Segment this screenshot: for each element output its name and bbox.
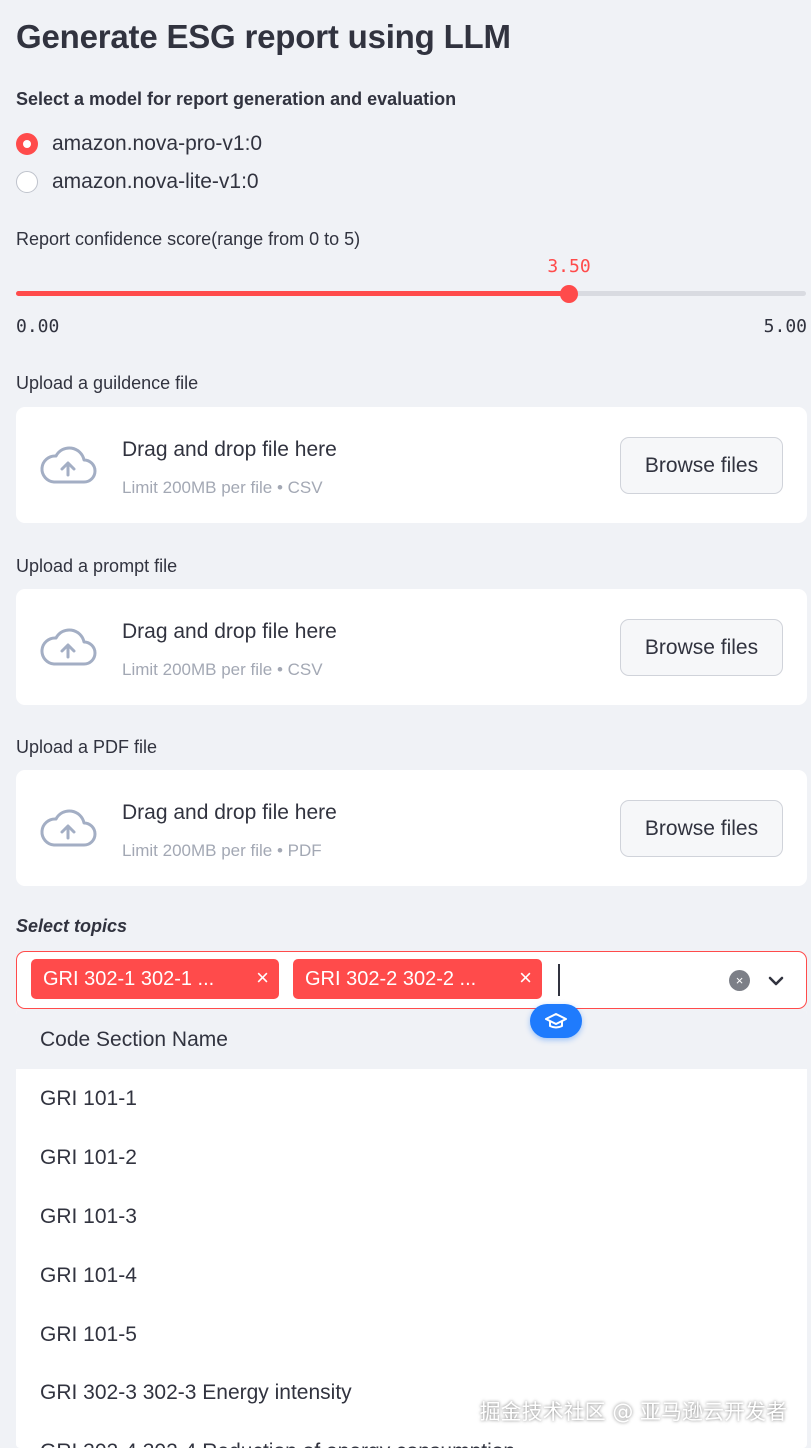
slider-thumb[interactable] bbox=[560, 285, 578, 303]
cloud-upload-icon bbox=[40, 446, 97, 484]
chevron-down-icon[interactable] bbox=[765, 970, 787, 992]
graduation-cap-icon bbox=[545, 1013, 567, 1029]
chip-label: GRI 302-2 302-2 ... bbox=[305, 967, 477, 990]
dropzone-title: Drag and drop file here bbox=[122, 620, 337, 643]
upload-pdf-dropzone[interactable]: Drag and drop file here Limit 200MB per … bbox=[16, 770, 807, 886]
slider-max-label: 5.00 bbox=[763, 316, 807, 337]
text-cursor bbox=[558, 964, 560, 996]
chip-remove-icon[interactable]: × bbox=[519, 965, 532, 991]
cloud-upload-icon bbox=[40, 628, 97, 666]
dropzone-title: Drag and drop file here bbox=[122, 438, 337, 461]
upload-guidance-label: Upload a guildence file bbox=[16, 373, 199, 393]
slider-label: Report confidence score(range from 0 to … bbox=[16, 229, 361, 249]
list-item[interactable]: GRI 101-3 bbox=[16, 1187, 807, 1246]
cloud-upload-icon bbox=[40, 809, 97, 847]
chip-label: GRI 302-1 302-1 ... bbox=[43, 967, 215, 990]
slider-fill bbox=[16, 291, 569, 296]
dropzone-limit: Limit 200MB per file • CSV bbox=[122, 660, 323, 679]
clear-all-icon[interactable]: × bbox=[729, 970, 750, 991]
page-title: Generate ESG report using LLM bbox=[16, 18, 511, 55]
upload-prompt-dropzone[interactable]: Drag and drop file here Limit 200MB per … bbox=[16, 589, 807, 705]
list-item[interactable]: GRI 101-2 bbox=[16, 1128, 807, 1187]
list-item[interactable]: GRI 101-5 bbox=[16, 1305, 807, 1364]
dropzone-title: Drag and drop file here bbox=[122, 801, 337, 824]
model-select-label: Select a model for report generation and… bbox=[16, 89, 457, 109]
radio-option-label: amazon.nova-pro-v1:0 bbox=[52, 132, 263, 155]
upload-pdf-label: Upload a PDF file bbox=[16, 737, 158, 757]
select-topics-label: Select topics bbox=[16, 916, 128, 936]
topics-dropdown-list[interactable]: Code Section Name GRI 101-1 GRI 101-2 GR… bbox=[16, 1010, 807, 1448]
list-item[interactable]: GRI 101-4 bbox=[16, 1246, 807, 1305]
topics-multiselect[interactable]: GRI 302-1 302-1 ... × GRI 302-2 302-2 ..… bbox=[16, 951, 807, 1009]
upload-guidance-dropzone[interactable]: Drag and drop file here Limit 200MB per … bbox=[16, 407, 807, 523]
browse-files-button[interactable]: Browse files bbox=[620, 437, 783, 494]
radio-unchecked-icon[interactable] bbox=[16, 171, 38, 193]
confidence-slider[interactable] bbox=[16, 285, 806, 303]
watermark-text: 掘金技术社区 @ 亚马逊云开发者 bbox=[479, 1400, 787, 1424]
browse-files-button[interactable]: Browse files bbox=[620, 619, 783, 676]
browse-files-button[interactable]: Browse files bbox=[620, 800, 783, 857]
radio-option-label: amazon.nova-lite-v1:0 bbox=[52, 170, 259, 193]
dropzone-limit: Limit 200MB per file • PDF bbox=[122, 841, 322, 860]
radio-option-nova-pro[interactable]: amazon.nova-pro-v1:0 bbox=[16, 132, 262, 156]
chip-remove-icon[interactable]: × bbox=[256, 965, 269, 991]
slider-value: 3.50 bbox=[547, 256, 591, 277]
upload-prompt-label: Upload a prompt file bbox=[16, 556, 178, 576]
radio-option-nova-lite[interactable]: amazon.nova-lite-v1:0 bbox=[16, 170, 259, 194]
scroll-up-badge[interactable] bbox=[530, 1004, 582, 1038]
list-item[interactable]: Code Section Name bbox=[16, 1010, 807, 1069]
dropzone-limit: Limit 200MB per file • CSV bbox=[122, 478, 323, 497]
topic-chip[interactable]: GRI 302-1 302-1 ... × bbox=[31, 959, 279, 999]
topic-chip[interactable]: GRI 302-2 302-2 ... × bbox=[293, 959, 542, 999]
list-item[interactable]: GRI 101-1 bbox=[16, 1069, 807, 1128]
radio-checked-icon[interactable] bbox=[16, 133, 38, 155]
slider-min-label: 0.00 bbox=[16, 316, 60, 337]
